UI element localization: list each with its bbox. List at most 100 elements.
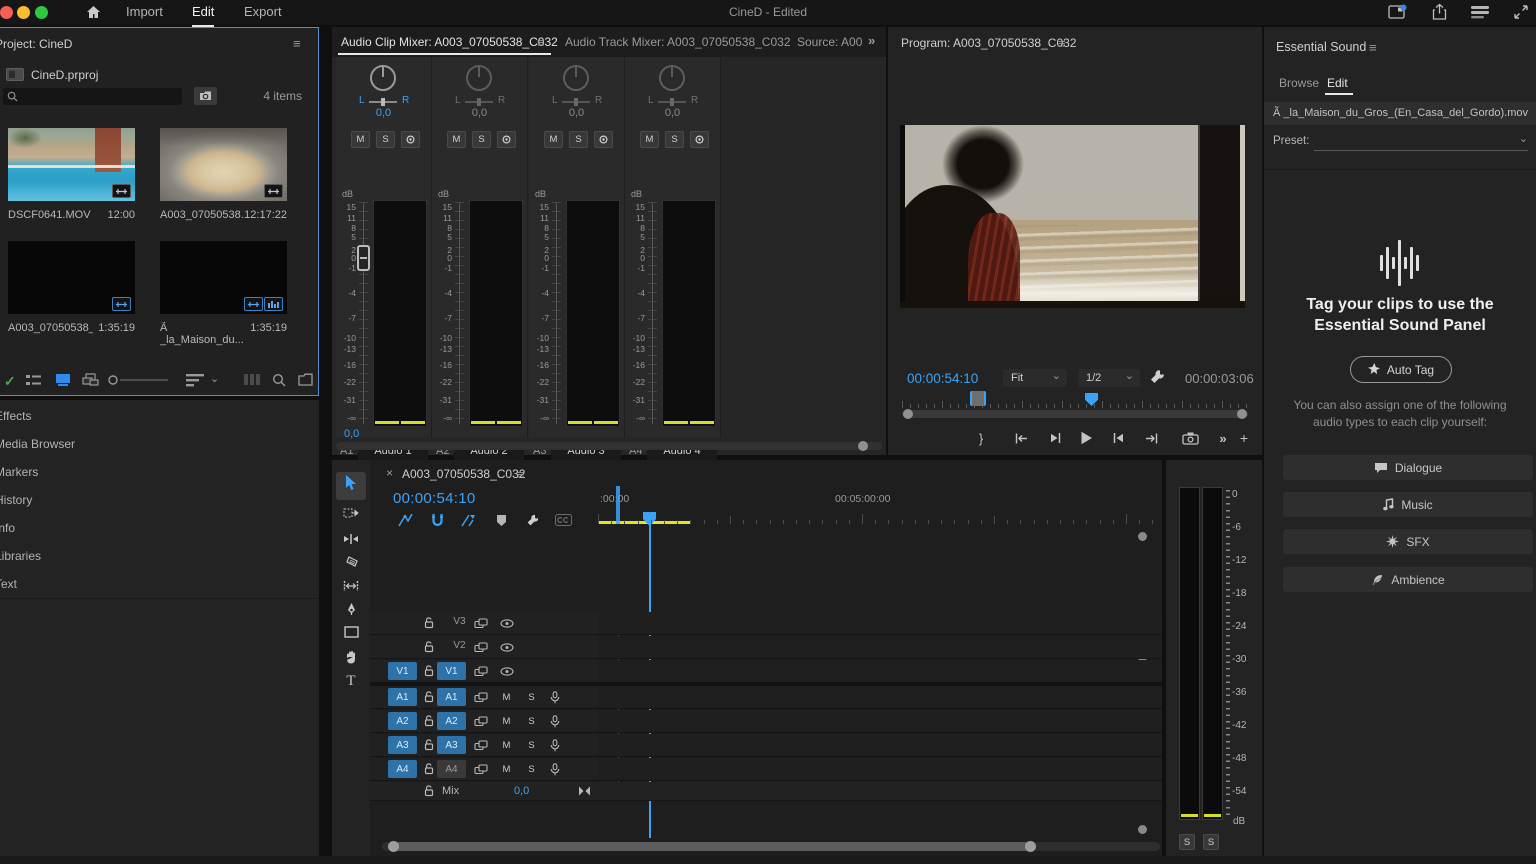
mute-button[interactable]: M — [447, 131, 466, 148]
pan-knob[interactable] — [466, 65, 492, 91]
marker-line[interactable] — [616, 486, 620, 524]
scroll-handle-left[interactable] — [903, 409, 913, 419]
mic-icon[interactable] — [550, 739, 560, 752]
panel-menu-icon[interactable]: ≡ — [1058, 36, 1066, 51]
sidebar-tab-text[interactable]: Text — [0, 570, 319, 599]
mix-value[interactable]: 0,0 — [514, 785, 529, 797]
eye-icon[interactable] — [500, 643, 514, 652]
sync-lock-icon[interactable] — [474, 642, 488, 653]
track-lane[interactable] — [598, 636, 1162, 659]
source-patch-a3[interactable]: A3 — [388, 736, 417, 754]
tab-overflow-icon[interactable]: » — [868, 33, 875, 48]
scroll-handle-right[interactable] — [1237, 409, 1247, 419]
hscroll-end-left[interactable] — [388, 841, 399, 852]
pan-mini-handle[interactable] — [477, 98, 481, 106]
target-track-a1[interactable]: A1 — [437, 688, 466, 706]
more-button[interactable]: » — [1213, 429, 1233, 447]
track-lane[interactable] — [598, 758, 1162, 781]
fader-value[interactable]: 0,0 — [344, 428, 359, 440]
target-track-v2[interactable]: V2 — [445, 640, 474, 655]
tab-sequence[interactable]: A003_07050538_C032 — [402, 467, 525, 481]
hand-tool[interactable] — [342, 648, 360, 666]
lock-icon[interactable] — [424, 763, 434, 775]
thumbnail-view-icon[interactable] — [56, 374, 70, 386]
sequence-marker[interactable] — [970, 391, 986, 406]
tab-program[interactable]: Program: A003_07050538_C032 — [901, 36, 1076, 50]
playback-resolution-dropdown[interactable]: 1/2 ⌄ — [1078, 369, 1140, 387]
source-patch-a4[interactable]: A4 — [388, 760, 417, 778]
tab-browse[interactable]: Browse — [1279, 76, 1319, 90]
target-track-v1[interactable]: V1 — [437, 662, 466, 680]
track-lane[interactable] — [598, 710, 1162, 733]
timeline-hscroll-handle[interactable] — [388, 842, 1036, 851]
audio-type-sfx-button[interactable]: SFX — [1283, 529, 1533, 554]
lock-icon[interactable] — [424, 641, 434, 653]
auto-tag-button[interactable]: Auto Tag — [1350, 356, 1452, 383]
marker-icon[interactable] — [491, 512, 511, 528]
target-track-v3[interactable]: V3 — [445, 616, 474, 631]
clip-thumbnail[interactable] — [160, 128, 287, 201]
audio-type-music-button[interactable]: Music — [1283, 492, 1533, 517]
write-keyframes-button[interactable] — [690, 131, 709, 148]
write-keyframes-button[interactable] — [497, 131, 516, 148]
rectangle-tool[interactable] — [342, 623, 360, 641]
mute-track-button[interactable]: M — [500, 763, 513, 776]
fader-handle[interactable] — [357, 245, 370, 271]
mute-button[interactable]: M — [544, 131, 563, 148]
solo-button[interactable]: S — [472, 131, 491, 148]
lock-icon[interactable] — [424, 665, 434, 677]
mute-button[interactable]: M — [640, 131, 659, 148]
ripple-edit-tool[interactable] — [342, 530, 360, 548]
clip-thumbnail[interactable] — [160, 241, 287, 314]
step-back-button[interactable] — [1045, 429, 1065, 447]
sync-lock-icon[interactable] — [474, 716, 488, 727]
sync-lock-icon[interactable] — [474, 666, 488, 677]
write-keyframes-button[interactable] — [401, 131, 420, 148]
mixer-hscrollbar[interactable] — [336, 442, 882, 450]
audio-type-ambience-button[interactable]: Ambience — [1283, 567, 1533, 592]
workspace-icon[interactable] — [1388, 4, 1407, 21]
tab-audio-track-mixer[interactable]: Audio Track Mixer: A003_07050538_C032 — [565, 35, 791, 49]
panel-menu-icon[interactable]: ≡ — [1369, 40, 1377, 55]
vscroll-handle-4[interactable] — [1138, 825, 1147, 834]
plus-button[interactable]: + — [1234, 429, 1254, 447]
close-tab-icon[interactable]: × — [386, 466, 393, 480]
pan-mini-handle[interactable] — [381, 98, 385, 106]
pan-knob[interactable] — [370, 65, 396, 91]
chevron-down-icon[interactable]: ⌄ — [210, 372, 219, 385]
lock-icon[interactable] — [424, 715, 434, 727]
solo-left-button[interactable]: S — [1179, 834, 1195, 850]
captions-icon[interactable] — [553, 512, 573, 528]
program-zoom-scrollbar[interactable] — [902, 410, 1248, 418]
timeline-timecode[interactable]: 00:00:54:10 — [393, 490, 476, 507]
source-patch-v1[interactable]: V1 — [388, 662, 417, 680]
sync-lock-icon[interactable] — [474, 764, 488, 775]
eye-icon[interactable] — [500, 619, 514, 628]
export-frame-button[interactable] — [1180, 429, 1200, 447]
lock-icon[interactable] — [424, 691, 434, 703]
freeform-view-icon[interactable] — [82, 373, 99, 387]
solo-button[interactable]: S — [665, 131, 684, 148]
tab-audio-clip-mixer[interactable]: Audio Clip Mixer: A003_07050538_C032 — [341, 35, 558, 49]
new-bin-icon[interactable] — [298, 373, 313, 386]
go-to-in-button[interactable] — [1011, 429, 1031, 447]
target-track-a4[interactable]: A4 — [437, 760, 466, 778]
track-select-forward-tool[interactable] — [342, 504, 360, 522]
clip-thumbnail[interactable] — [8, 128, 135, 201]
sort-icon[interactable] — [186, 373, 204, 387]
share-icon[interactable] — [1431, 3, 1448, 21]
write-keyframes-button[interactable] — [594, 131, 613, 148]
vscroll-handle-1[interactable] — [1138, 532, 1147, 541]
tab-source[interactable]: Source: A00 — [797, 35, 862, 49]
solo-button[interactable]: S — [376, 131, 395, 148]
tab-edit[interactable]: Edit — [1327, 76, 1348, 90]
pan-value[interactable]: 0,0 — [529, 107, 624, 119]
panel-menu-icon[interactable]: ≡ — [517, 467, 525, 482]
pan-knob[interactable] — [563, 65, 589, 91]
mark-out-button[interactable]: } — [971, 429, 991, 447]
pan-mini-handle[interactable] — [670, 98, 674, 106]
sidebar-tab-effects[interactable]: Effects — [0, 402, 319, 431]
search-bin-button[interactable] — [194, 87, 217, 105]
solo-track-button[interactable]: S — [525, 691, 538, 704]
play-button[interactable] — [1076, 429, 1096, 447]
